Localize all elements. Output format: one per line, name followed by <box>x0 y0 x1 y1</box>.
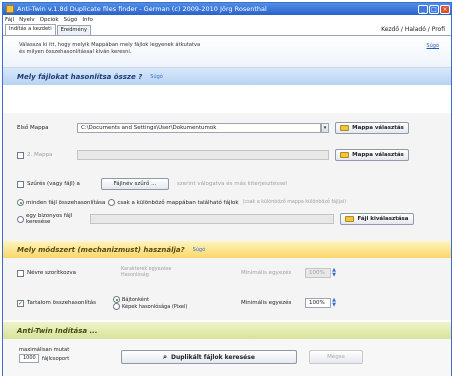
second-folder-row: 2. Mappa Mappa választás <box>17 149 441 161</box>
limit-group: maximálisan mutat 1000 fájlcsoport <box>19 346 69 363</box>
method-content-opt2-radio[interactable] <box>113 303 120 310</box>
method-content-opt2: Képek hasonlósága (Pixel) <box>122 303 188 310</box>
method-name-percent[interactable]: 100% <box>305 268 331 278</box>
maximize-button[interactable]: □ <box>429 4 439 14</box>
tab-row: Indítás a kezdeti Eredmény Kezdő / Halad… <box>3 24 451 36</box>
section-method-help[interactable]: Súgó <box>193 247 206 253</box>
method-content-checkbox[interactable] <box>17 299 24 307</box>
limit-input[interactable]: 1000 <box>19 354 39 363</box>
filter-label: Szűrés (vagy fájl) a <box>27 181 80 187</box>
section-run-title: Anti-Twin Indítása ... <box>17 326 98 335</box>
limit-label: maximálisan mutat <box>19 347 70 353</box>
base-folder-dropdown[interactable]: ▾ <box>321 123 329 133</box>
menu-file[interactable]: Fájl <box>5 17 14 23</box>
method-name-row: Névre szorítkozva Karakterek egyezése Ha… <box>17 267 441 279</box>
method-content-options: Bájtonként Képek hasonlósága (Pixel) <box>113 296 241 310</box>
second-folder-label: 2. Mappa <box>27 152 53 158</box>
base-folder-choose-label: Mappa választás <box>352 125 404 131</box>
scope-one-path[interactable] <box>90 214 334 224</box>
method-content-row: Tartalom összehasonlítás Bájtonként Képe… <box>17 296 441 310</box>
close-button[interactable]: × <box>440 4 450 14</box>
choose-file-button[interactable]: Fájl kiválasztása <box>340 213 414 225</box>
title-bar: Anti-Twin v.1.8d Duplicate files finder … <box>3 3 451 15</box>
method-content-label: Tartalom összehasonlítás <box>27 300 96 306</box>
app-icon <box>6 5 14 13</box>
scope-all-label: minden fájl összehasonlítása <box>26 199 106 206</box>
help-link[interactable]: Súgó <box>426 43 439 50</box>
menu-language[interactable]: Nyelv <box>19 17 35 23</box>
second-folder-checkbox[interactable] <box>17 151 24 159</box>
search-icon: ⌕ <box>163 352 167 361</box>
method-name-extra-label: Minimális egyezés <box>241 270 292 276</box>
scope-one-label: egy bizonyos fájl keresése <box>26 213 73 225</box>
app-window: Anti-Twin v.1.8d Duplicate files finder … <box>2 2 452 376</box>
second-folder-choose-button[interactable]: Mappa választás <box>335 149 409 161</box>
second-folder-choose-label: Mappa választás <box>352 152 404 158</box>
method-content-opt1-row: Bájtonként <box>113 296 241 303</box>
scope-sub-radio[interactable] <box>108 199 116 206</box>
filter-extra: szerint válogatva és más kiterjesztéssel <box>177 181 287 187</box>
intro-text-1: Válassza ki itt, hogy melyik Mappában me… <box>19 42 201 48</box>
scope-row-1: minden fájl összehasonlítása csak a külö… <box>17 199 441 206</box>
filter-row: Szűrés (vagy fájl) a Fájlnév szűrő ... s… <box>17 178 441 190</box>
base-folder-label: Első Mappa <box>17 125 49 131</box>
filter-button[interactable]: Fájlnév szűrő ... <box>101 178 169 190</box>
scope-one-radio[interactable] <box>17 215 24 223</box>
section-method-title: Mely módszert (mechanizmust) használja? <box>17 245 185 254</box>
menu-info[interactable]: Info <box>82 17 92 23</box>
method-content-opt1-radio[interactable] <box>113 296 120 303</box>
window-title: Anti-Twin v.1.8d Duplicate files finder … <box>17 5 267 13</box>
method-name-checkbox[interactable] <box>17 269 24 277</box>
folder-icon <box>340 152 350 158</box>
cancel-button[interactable]: Mégse <box>309 350 363 364</box>
method-panel: Névre szorítkozva Karakterek egyezése Ha… <box>3 258 451 320</box>
method-content-opt2-row: Képek hasonlósága (Pixel) <box>113 303 241 310</box>
method-name-opt2[interactable]: Hasonlóság <box>121 273 241 279</box>
base-folder-choose-button[interactable]: Mappa választás <box>335 122 409 134</box>
start-search-label: Duplikált fájlok keresése <box>171 353 255 361</box>
intro-text-2: és milyen összehasonlítással kíván keres… <box>19 49 132 55</box>
limit-unit: fájlcsoport <box>42 355 70 362</box>
base-folder-path[interactable]: C:\Documents and Settings\User\Dokumentu… <box>77 123 321 133</box>
method-name-label: Névre szorítkozva <box>27 270 76 276</box>
second-folder-path[interactable] <box>77 150 329 160</box>
section-which-files: Mely fájlokat hasonlítsa össze ? Súgó <box>3 68 451 85</box>
section-run: Anti-Twin Indítása ... <box>3 322 451 339</box>
scope-row-2: egy bizonyos fájl keresése Fájl kiválasz… <box>17 213 441 225</box>
files-panel: Első Mappa C:\Documents and Settings\Use… <box>3 113 451 241</box>
mode-switch[interactable]: Kezdő / Haladó / Profi <box>381 26 445 33</box>
scope-sub-label: csak a különböző mappában található fájl… <box>117 199 239 206</box>
intro-panel: Válassza ki itt, hogy melyik Mappában me… <box>3 36 451 68</box>
scope-all-radio[interactable] <box>17 199 24 206</box>
method-name-options: Karakterek egyezése Hasonlóság <box>121 267 241 279</box>
scope-sub-extra: (csak a különböző mappa különböző fájlja… <box>242 200 347 205</box>
cancel-label: Mégse <box>327 354 345 360</box>
tab-results[interactable]: Eredmény <box>56 25 92 35</box>
folder-icon <box>345 216 355 222</box>
choose-file-label: Fájl kiválasztása <box>357 216 409 222</box>
method-content-percent[interactable]: 100% <box>305 298 331 308</box>
method-content-spinner[interactable]: ▲ ▼ <box>331 298 337 308</box>
menu-options[interactable]: Opciók <box>40 17 59 23</box>
folder-icon <box>340 125 350 131</box>
method-content-extra-label: Minimális egyezés <box>241 300 292 306</box>
section-which-files-title: Mely fájlokat hasonlítsa össze ? <box>17 72 143 81</box>
method-name-spinner[interactable]: ▲ ▼ <box>331 268 337 278</box>
run-panel: maximálisan mutat 1000 fájlcsoport ⌕ Dup… <box>3 339 451 376</box>
section-which-files-help[interactable]: Súgó <box>150 74 163 80</box>
menu-bar: Fájl Nyelv Opciók Súgó Info <box>3 15 451 24</box>
base-folder-row: Első Mappa C:\Documents and Settings\Use… <box>17 122 441 134</box>
menu-help[interactable]: Súgó <box>64 17 78 23</box>
minimize-button[interactable]: _ <box>418 4 428 14</box>
method-content-opt1: Bájtonként <box>122 296 149 303</box>
section-method: Mely módszert (mechanizmust) használja? … <box>3 241 451 258</box>
start-search-button[interactable]: ⌕ Duplikált fájlok keresése <box>121 350 297 364</box>
filter-checkbox[interactable] <box>17 180 24 188</box>
tab-start[interactable]: Indítás a kezdeti <box>5 24 56 35</box>
